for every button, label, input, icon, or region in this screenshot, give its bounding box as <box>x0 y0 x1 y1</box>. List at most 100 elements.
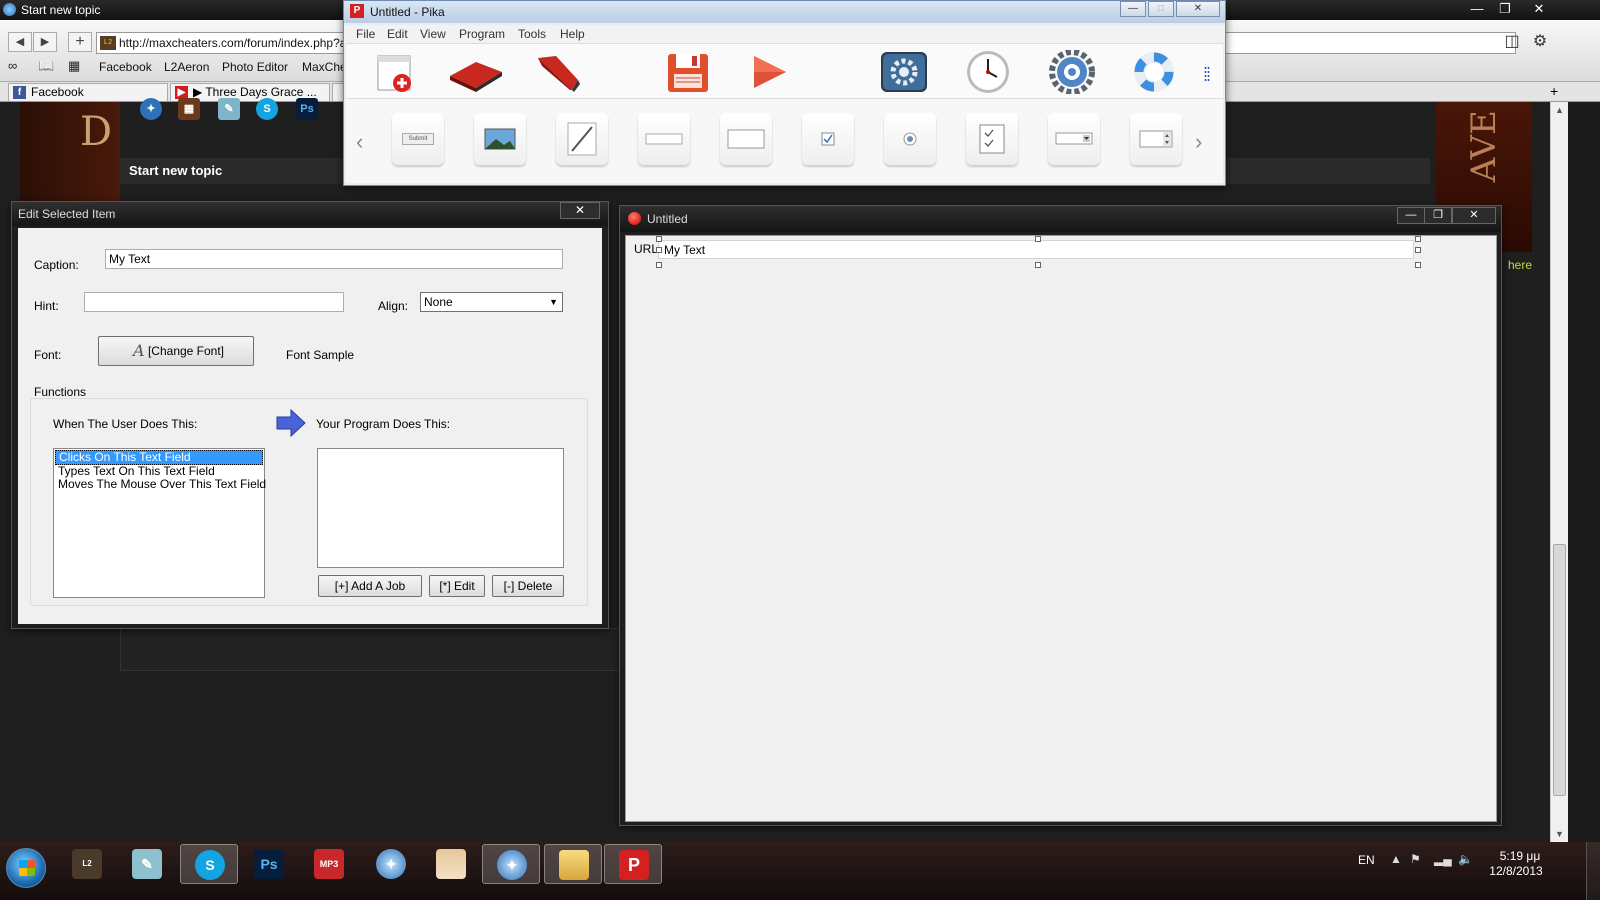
form-minimize-button[interactable]: — <box>1397 207 1425 224</box>
tray-expand-icon[interactable]: ▲ <box>1390 852 1402 866</box>
here-link[interactable]: here <box>1508 258 1532 272</box>
palette-left-arrow-icon[interactable]: ‹ <box>356 129 363 155</box>
stapler-icon[interactable] <box>532 50 580 94</box>
taskbar-game[interactable] <box>422 844 480 884</box>
grid-tool-icon[interactable]: ▦ <box>178 98 200 120</box>
resize-handle[interactable] <box>656 236 662 242</box>
checkbox-widget[interactable] <box>802 113 854 165</box>
menu-view[interactable]: View <box>420 27 446 41</box>
resize-handle[interactable] <box>656 262 662 268</box>
tab-facebook[interactable]: f Facebook <box>8 83 168 101</box>
save-icon[interactable] <box>664 50 712 94</box>
gear-icon[interactable] <box>1046 49 1095 95</box>
taskbar-safari[interactable]: ✦ <box>362 844 420 884</box>
new-form-icon[interactable] <box>372 50 420 94</box>
pika-maximize-button[interactable]: □ <box>1148 1 1174 17</box>
palette-right-arrow-icon[interactable]: › <box>1195 129 1202 155</box>
resize-handle[interactable] <box>1415 236 1421 242</box>
taskbar-safari-2[interactable]: ✦ <box>482 844 540 884</box>
menu-file[interactable]: File <box>356 27 375 41</box>
taskbar-lineage[interactable]: L2 <box>58 844 116 884</box>
windows-icon[interactable]: ✦ <box>140 98 162 120</box>
clock-icon[interactable] <box>962 50 1010 94</box>
settings-icon[interactable] <box>878 50 927 94</box>
taskbar-pika[interactable]: P <box>604 844 662 884</box>
network-signal-icon[interactable]: ▂▄ <box>1434 852 1452 866</box>
back-button[interactable]: ◀ <box>8 32 32 52</box>
bookmarks-book-icon[interactable]: 📖 <box>38 58 54 74</box>
volume-icon[interactable]: 🔈 <box>1458 852 1473 866</box>
scrollbar-thumb[interactable] <box>1553 544 1566 796</box>
quicklink-maxcheaters[interactable]: MaxChe <box>302 60 347 74</box>
clock-date[interactable]: 12/8/2013 <box>1483 864 1549 878</box>
delete-job-button[interactable]: [-] Delete <box>492 575 564 597</box>
reading-glasses-icon[interactable]: ∞ <box>8 58 17 73</box>
browser-maximize-button[interactable]: ❐ <box>1490 0 1520 18</box>
button-widget[interactable]: Submit <box>392 113 444 165</box>
help-lifebuoy-icon[interactable] <box>1128 50 1176 94</box>
photoshop-icon[interactable]: Ps <box>296 98 318 120</box>
pika-close-button[interactable]: ✕ <box>1176 1 1220 17</box>
image-widget[interactable] <box>474 113 526 165</box>
skype-icon[interactable]: S <box>256 98 278 120</box>
page-scrollbar[interactable]: ▲ ▼ <box>1550 102 1568 842</box>
dialog-close-button[interactable]: ✕ <box>560 202 600 219</box>
run-icon[interactable] <box>746 50 794 94</box>
textfield-widget[interactable] <box>638 113 690 165</box>
form-maximize-button[interactable]: ❐ <box>1424 207 1452 224</box>
add-job-button[interactable]: [+] Add A Job <box>318 575 422 597</box>
resize-handle[interactable] <box>656 247 662 253</box>
quicklink-facebook[interactable]: Facebook <box>99 60 152 74</box>
toolbar-grip-icon[interactable] <box>1204 66 1210 82</box>
pika-minimize-button[interactable]: — <box>1120 1 1146 17</box>
resize-handle[interactable] <box>1415 262 1421 268</box>
combobox-widget[interactable] <box>1048 113 1100 165</box>
jobs-listbox[interactable] <box>317 448 564 568</box>
clock-time[interactable]: 5:19 μμ <box>1492 849 1548 863</box>
browser-minimize-button[interactable]: — <box>1462 0 1492 18</box>
settings-gear-icon[interactable]: ⚙ <box>1530 32 1550 52</box>
event-item-click[interactable]: Clicks On This Text Field <box>55 450 263 465</box>
edit-job-button[interactable]: [*] Edit <box>429 575 485 597</box>
line-widget[interactable] <box>556 113 608 165</box>
form-close-button[interactable]: ✕ <box>1452 207 1496 224</box>
scroll-up-arrow-icon[interactable]: ▲ <box>1551 102 1568 118</box>
resize-handle[interactable] <box>1035 262 1041 268</box>
menu-tools[interactable]: Tools <box>518 27 546 41</box>
quicklink-l2aeron[interactable]: L2Aeron <box>164 60 209 74</box>
menu-program[interactable]: Program <box>459 27 505 41</box>
resize-handle[interactable] <box>1415 247 1421 253</box>
change-font-button[interactable]: A [Change Font] <box>98 336 254 366</box>
browser-close-button[interactable]: ✕ <box>1524 0 1554 18</box>
hint-input[interactable] <box>84 292 344 312</box>
url-text-field[interactable]: My Text <box>658 240 1414 259</box>
taskbar-photoshop[interactable]: Ps <box>240 844 298 884</box>
caption-input[interactable]: My Text <box>105 249 563 269</box>
event-item-hover[interactable]: Moves The Mouse Over This Text Field <box>55 478 266 491</box>
taskbar-mp3[interactable]: MP3 <box>300 844 358 884</box>
page-menu-icon[interactable]: ◫ <box>1502 32 1522 52</box>
apps-grid-icon[interactable]: ▦ <box>68 58 80 74</box>
resize-handle[interactable] <box>1035 236 1041 242</box>
form-canvas[interactable]: URL: My Text <box>625 235 1497 822</box>
new-tab-button[interactable]: + <box>1550 83 1558 99</box>
panel-widget[interactable] <box>720 113 772 165</box>
spinner-widget[interactable] <box>1130 113 1182 165</box>
scroll-down-arrow-icon[interactable]: ▼ <box>1551 826 1568 842</box>
show-desktop-button[interactable] <box>1586 842 1600 900</box>
open-icon[interactable] <box>446 50 502 94</box>
menu-edit[interactable]: Edit <box>387 27 408 41</box>
new-page-button[interactable]: + <box>68 32 92 52</box>
radio-widget[interactable] <box>884 113 936 165</box>
taskbar-explorer[interactable] <box>544 844 602 884</box>
events-listbox[interactable]: Clicks On This Text Field Types Text On … <box>53 448 266 598</box>
taskbar-notepad[interactable]: ✎ <box>118 844 176 884</box>
checklist-widget[interactable] <box>966 113 1018 165</box>
menu-help[interactable]: Help <box>560 27 585 41</box>
address-url[interactable]: http://maxcheaters.com/forum/index.php?a <box>119 36 346 50</box>
start-button[interactable] <box>6 848 46 888</box>
language-indicator[interactable]: EN <box>1358 853 1375 867</box>
notepad-icon[interactable]: ✎ <box>218 98 240 120</box>
align-select[interactable]: None ▼ <box>420 292 563 312</box>
flag-icon[interactable]: ⚑ <box>1410 852 1421 866</box>
